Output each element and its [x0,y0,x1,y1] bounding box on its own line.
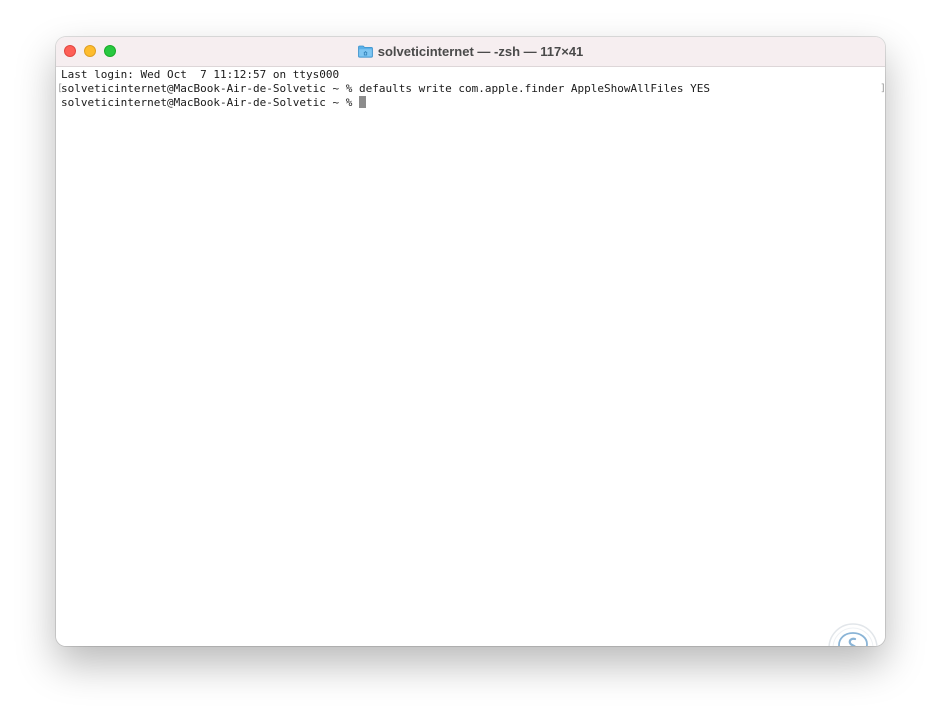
prompt-text: solveticinternet@MacBook-Air-de-Solvetic… [61,96,360,109]
title-bar[interactable]: solveticinternet — -zsh — 117×41 [56,37,885,67]
terminal-line-login: Last login: Wed Oct 7 11:12:57 on ttys00… [61,68,340,81]
terminal-line-command: solveticinternet@MacBook-Air-de-Solvetic… [61,82,711,95]
line-mark-right: ] [880,82,885,96]
window-title-group: solveticinternet — -zsh — 117×41 [56,37,885,66]
terminal-line-prompt[interactable]: solveticinternet@MacBook-Air-de-Solvetic… [61,96,367,110]
folder-icon [357,45,373,58]
terminal-window: solveticinternet — -zsh — 117×41 [ Last … [56,37,885,646]
text-cursor [359,96,367,108]
solvetic-logo-icon [828,623,878,646]
terminal-content[interactable]: [ Last login: Wed Oct 7 11:12:57 on ttys… [56,67,885,646]
window-title: solveticinternet — -zsh — 117×41 [377,44,584,59]
